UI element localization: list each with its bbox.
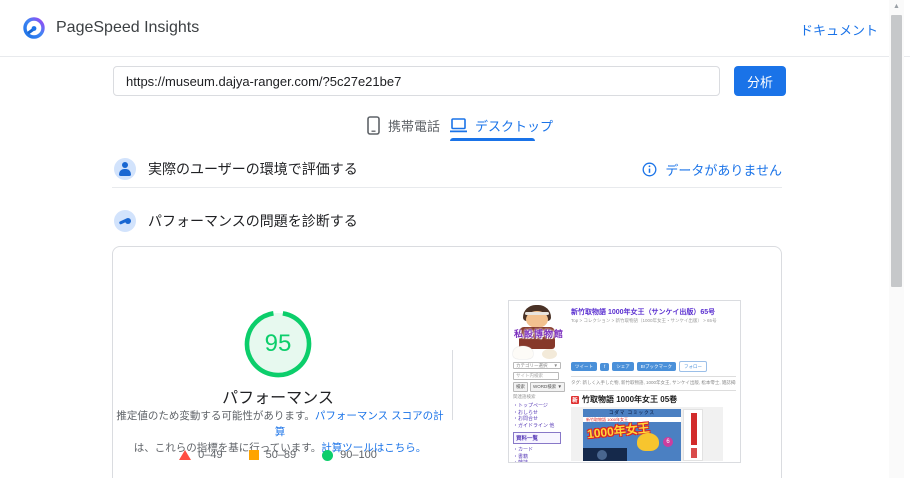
legend-item-good: 90–100 bbox=[322, 449, 377, 461]
active-tab-underline bbox=[450, 138, 535, 141]
analyze-button[interactable]: 分析 bbox=[734, 66, 786, 96]
thumb-related-search: 関連語検索 bbox=[513, 394, 536, 399]
thumb-article-heading: 新 竹取物語 1000年女王 05巻 bbox=[571, 394, 677, 405]
mobile-phone-icon bbox=[367, 115, 380, 135]
tab-mobile[interactable]: 携帯電話 bbox=[367, 112, 440, 138]
thumb-sidebar: 私設博物館 カテゴリー選択 ▼ サイト内検索 検索 WORD検索 ▼ 関連語検索 … bbox=[513, 305, 569, 463]
thumb-search-box: サイト内検索 bbox=[513, 372, 559, 380]
thumb-category-select: カテゴリー選択 ▼ bbox=[513, 362, 561, 369]
documentation-link[interactable]: ドキュメント bbox=[800, 20, 878, 39]
field-data-section-header: 実際のユーザーの環境で評価する bbox=[114, 158, 358, 180]
diagnose-section-header: パフォーマンスの問題を診断する bbox=[114, 210, 358, 232]
manga-cover-front: コダマ コミックス 新竹取物語 1000年女王 1000年女王 6 bbox=[583, 409, 681, 461]
desktop-icon bbox=[450, 117, 467, 132]
page-screenshot-thumbnail: 私設博物館 カテゴリー選択 ▼ サイト内検索 検索 WORD検索 ▼ 関連語検索 … bbox=[508, 300, 741, 463]
manga-cover-spine bbox=[683, 409, 703, 461]
tab-desktop-label: デスクトップ bbox=[475, 118, 554, 134]
thumb-sidebar-heading: 資料一覧 bbox=[513, 432, 561, 444]
thumb-sidebar-links-top: ・トップページ ・おしらせ ・お問合せ ・ガイドライン 他 bbox=[513, 403, 555, 429]
vertical-divider bbox=[452, 350, 453, 420]
field-data-status: データがありません bbox=[642, 160, 782, 179]
url-input[interactable] bbox=[113, 66, 720, 96]
site-name: 私設博物館 bbox=[513, 329, 564, 339]
performance-score-value: 95 bbox=[264, 330, 292, 357]
tab-mobile-label: 携帯電話 bbox=[388, 118, 441, 134]
cover-series-label: コダマ コミックス bbox=[608, 410, 656, 415]
app-title: PageSpeed Insights bbox=[56, 19, 200, 36]
thumb-divider-1 bbox=[571, 376, 736, 377]
pagespeed-insights-page: PageSpeed Insights ドキュメント 分析 携帯電話 デスクトップ… bbox=[0, 0, 910, 478]
diagnose-title: パフォーマンスの問題を診断する bbox=[148, 213, 358, 229]
app-header: PageSpeed Insights ドキュメント bbox=[0, 0, 910, 57]
field-data-title: 実際のユーザーの環境で評価する bbox=[148, 161, 358, 177]
field-data-user-icon bbox=[114, 158, 136, 180]
cover-globe-art bbox=[583, 448, 627, 461]
thumb-main-column: 新竹取物語 1000年女王（サンケイ出版）65号 Top > コレクション > … bbox=[571, 307, 738, 324]
section-divider bbox=[112, 187, 782, 188]
info-icon[interactable] bbox=[642, 162, 657, 177]
legend-range-good: 90–100 bbox=[340, 449, 377, 461]
scrollbar-up-arrow[interactable]: ▲ bbox=[891, 1, 902, 13]
no-data-label: データがありません bbox=[665, 163, 782, 178]
tab-desktop[interactable]: デスクトップ bbox=[450, 112, 553, 138]
scrollbar-thumb[interactable] bbox=[891, 15, 902, 287]
legend-range-average: 50–89 bbox=[265, 449, 297, 461]
thumb-page-title: 新竹取物語 1000年女王（サンケイ出版）65号 bbox=[571, 309, 716, 316]
thumb-divider-2 bbox=[571, 390, 736, 391]
legend-range-poor: 0–49 bbox=[198, 449, 223, 461]
performance-score-label: パフォーマンス bbox=[222, 390, 334, 407]
thumb-share-buttons: ツイート f シェア B!ブックマーク フォロー bbox=[571, 361, 708, 372]
score-desc-text-1: 推定値のため変動する可能性があります。 bbox=[116, 410, 315, 422]
thumb-tags-line: タグ: 新しく入手した物, 新竹取物語, 1000年女王, サンケイ出版, 松本… bbox=[571, 380, 736, 385]
thumb-sidebar-links: ・カード ・書籍 ・雑誌 ・ソノシート ・パンフレット ・付録 ・LP ・CD … bbox=[513, 447, 534, 463]
red-triangle-icon bbox=[179, 450, 192, 460]
home-link[interactable]: PageSpeed Insights bbox=[22, 16, 199, 40]
diagnose-gauge-icon bbox=[114, 210, 136, 232]
green-circle-icon bbox=[322, 449, 334, 461]
score-legend: 0–49 50–89 90–100 bbox=[112, 449, 444, 461]
thumb-search-buttons: 検索 WORD検索 ▼ bbox=[513, 382, 569, 392]
cover-character bbox=[637, 433, 659, 451]
thumb-breadcrumb: Top > コレクション > 新竹取物語（1000年女王・サンケイ出版） > 6… bbox=[571, 318, 717, 323]
thumb-article-title: 竹取物語 1000年女王 05巻 bbox=[582, 395, 678, 404]
thumb-cover-photo: コダマ コミックス 新竹取物語 1000年女王 1000年女王 6 bbox=[571, 407, 723, 461]
legend-item-poor: 0–49 bbox=[179, 449, 223, 461]
legend-item-average: 50–89 bbox=[248, 449, 297, 461]
orange-square-icon bbox=[248, 450, 259, 460]
cover-volume-number: 6 bbox=[663, 437, 673, 447]
new-badge: 新 bbox=[571, 395, 579, 404]
pagespeed-logo-icon bbox=[23, 17, 45, 39]
